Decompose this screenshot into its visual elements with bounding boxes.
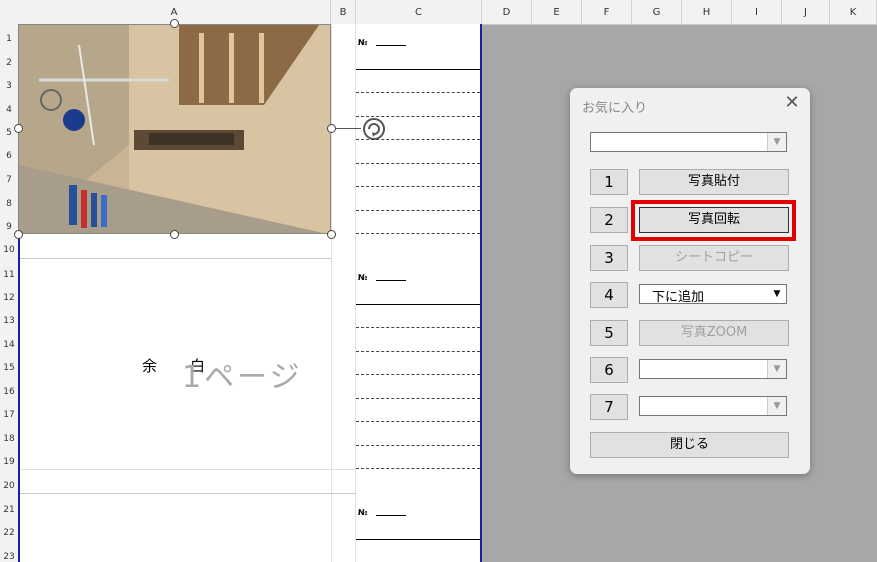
column-header-bar: A B C D E F G H I J K — [0, 0, 877, 25]
column-header-d[interactable]: D — [482, 0, 532, 24]
dotted-line — [356, 327, 480, 328]
column-header-j[interactable]: J — [782, 0, 830, 24]
chevron-down-icon[interactable]: ▼ — [768, 285, 786, 303]
dotted-line — [356, 351, 480, 352]
close-button[interactable]: 閉じる — [590, 432, 789, 458]
row-header[interactable]: 23 — [0, 552, 18, 562]
column-header-b[interactable]: B — [331, 0, 356, 24]
column-header-i[interactable]: I — [732, 0, 782, 24]
row-header[interactable]: 1 — [0, 34, 18, 44]
column-header-f[interactable]: F — [582, 0, 632, 24]
number-button-7[interactable]: 7 — [590, 394, 628, 420]
favorites-dialog: お気に入り ✕ ▼ 1 写真貼付 2 写真回転 3 シートコピー 4 下に追加 … — [570, 88, 810, 474]
row-header[interactable]: 22 — [0, 528, 18, 538]
resize-handle-top[interactable] — [170, 19, 179, 28]
resize-handle-bottom-right[interactable] — [327, 230, 336, 239]
row-header[interactable]: 8 — [0, 199, 18, 209]
page-number-watermark: 1ページ — [182, 360, 303, 395]
add-below-combo[interactable]: 下に追加 ▼ — [639, 284, 787, 305]
margin-label-left: 余 — [142, 357, 158, 375]
number-button-6[interactable]: 6 — [590, 357, 628, 383]
resize-handle-right[interactable] — [327, 124, 336, 133]
row-header[interactable]: 20 — [0, 481, 18, 491]
gridline — [18, 493, 356, 494]
top-combo[interactable]: ▼ — [590, 132, 787, 152]
dotted-line — [356, 92, 480, 93]
gridline — [355, 24, 356, 562]
column-header-c[interactable]: C — [356, 0, 482, 24]
underline — [376, 280, 406, 281]
number-label: № — [358, 38, 368, 47]
rotate-photo-button[interactable]: 写真回転 — [639, 207, 789, 233]
underline — [376, 515, 406, 516]
dialog-title: お気に入り — [582, 101, 648, 116]
row-header[interactable]: 11 — [0, 270, 18, 280]
dotted-line — [356, 139, 480, 140]
row-header[interactable]: 16 — [0, 387, 18, 397]
option-6-combo[interactable]: ▼ — [639, 359, 787, 379]
construction-photo-image — [19, 25, 330, 233]
row-header[interactable]: 18 — [0, 434, 18, 444]
row-header[interactable]: 17 — [0, 410, 18, 420]
row-header[interactable]: 12 — [0, 293, 18, 303]
row-header-bar: 1 2 3 4 5 6 7 8 9 10 11 12 13 14 15 16 1… — [0, 24, 18, 562]
dotted-line — [356, 116, 480, 117]
column-header-e[interactable]: E — [532, 0, 582, 24]
resize-handle-left[interactable] — [14, 124, 23, 133]
entry-line — [356, 304, 480, 305]
row-header[interactable]: 21 — [0, 505, 18, 515]
copy-sheet-button[interactable]: シートコピー — [639, 245, 789, 271]
entry-line — [356, 69, 480, 70]
row-header[interactable]: 10 — [0, 245, 18, 255]
number-button-4[interactable]: 4 — [590, 282, 628, 308]
dotted-line — [356, 186, 480, 187]
gridline — [18, 258, 331, 259]
row-header[interactable]: 15 — [0, 363, 18, 373]
number-button-5[interactable]: 5 — [590, 320, 628, 346]
number-label: № — [358, 273, 368, 282]
add-below-value: 下に追加 — [652, 290, 705, 305]
dotted-line — [356, 210, 480, 211]
dotted-line — [356, 398, 480, 399]
number-label: № — [358, 508, 368, 517]
entry-line — [356, 539, 480, 540]
dotted-line — [356, 163, 480, 164]
row-header[interactable]: 14 — [0, 340, 18, 350]
page-border-right — [480, 24, 482, 562]
column-header-g[interactable]: G — [632, 0, 682, 24]
gridline — [18, 469, 356, 470]
resize-handle-bottom-left[interactable] — [14, 230, 23, 239]
dotted-line — [356, 421, 480, 422]
inserted-photo[interactable] — [18, 24, 331, 234]
row-header[interactable]: 3 — [0, 81, 18, 91]
dotted-line — [356, 445, 480, 446]
chevron-down-icon[interactable]: ▼ — [767, 133, 786, 151]
dotted-line — [356, 468, 480, 469]
rotate-handle-connector — [336, 128, 361, 129]
row-header[interactable]: 2 — [0, 58, 18, 68]
column-header-k[interactable]: K — [830, 0, 877, 24]
paste-photo-button[interactable]: 写真貼付 — [639, 169, 789, 195]
resize-handle-bottom[interactable] — [170, 230, 179, 239]
row-header[interactable]: 6 — [0, 151, 18, 161]
number-button-1[interactable]: 1 — [590, 169, 628, 195]
option-7-combo[interactable]: ▼ — [639, 396, 787, 416]
number-button-2[interactable]: 2 — [590, 207, 628, 233]
number-button-3[interactable]: 3 — [590, 245, 628, 271]
gridline — [331, 24, 332, 562]
close-icon[interactable]: ✕ — [782, 92, 802, 113]
row-header[interactable]: 4 — [0, 105, 18, 115]
column-header-h[interactable]: H — [682, 0, 732, 24]
row-header[interactable]: 7 — [0, 175, 18, 185]
dotted-line — [356, 233, 480, 234]
photo-zoom-button[interactable]: 写真ZOOM — [639, 320, 789, 346]
underline — [376, 45, 406, 46]
chevron-down-icon[interactable]: ▼ — [767, 360, 786, 378]
row-header[interactable]: 13 — [0, 316, 18, 326]
chevron-down-icon[interactable]: ▼ — [767, 397, 786, 415]
row-header[interactable]: 19 — [0, 457, 18, 467]
dotted-line — [356, 374, 480, 375]
